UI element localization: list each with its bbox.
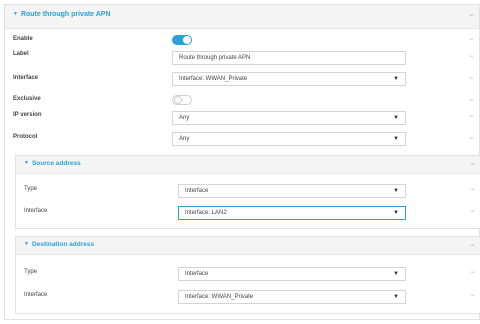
source-type-select[interactable]: Interface ▼ xyxy=(178,184,406,198)
protocol-select[interactable]: Any ▼ xyxy=(172,132,406,146)
triangle-down-icon: ▼ xyxy=(13,11,18,17)
source-address-panel: ▼ Source address ··· Type Interface ▼ ···… xyxy=(15,155,480,229)
destination-address-header[interactable]: ▼ Destination address ··· xyxy=(16,237,480,255)
source-interface-more-icon[interactable]: ··· xyxy=(470,208,475,215)
destination-interface-label: Interface xyxy=(24,292,48,298)
destination-type-select[interactable]: Interface ▼ xyxy=(178,267,406,281)
destination-address-title-text: Destination address xyxy=(31,241,95,248)
destination-interface-more-icon[interactable]: ··· xyxy=(470,292,475,299)
interface-select[interactable]: Interface: WWAN_Private ▼ xyxy=(172,72,406,86)
triangle-down-icon: ▼ xyxy=(24,160,29,166)
source-interface-select-value: Interface: LAN2 xyxy=(185,210,227,216)
chevron-down-icon: ▼ xyxy=(393,136,399,142)
enable-toggle[interactable] xyxy=(172,35,192,45)
source-interface-label: Interface xyxy=(24,208,48,214)
destination-type-label: Type xyxy=(24,269,38,275)
route-panel-title[interactable]: ▼ Route through private APN xyxy=(13,11,111,18)
destination-address-panel: ▼ Destination address ··· Type Interface … xyxy=(15,236,480,314)
source-type-more-icon[interactable]: ··· xyxy=(470,186,475,193)
destination-type-select-value: Interface xyxy=(185,271,209,277)
destination-interface-select-value: Interface: WWAN_Private xyxy=(185,294,254,300)
label-input[interactable]: Route through private APN xyxy=(172,51,406,65)
ip-version-select[interactable]: Any ▼ xyxy=(172,111,406,125)
chevron-down-icon: ▼ xyxy=(393,188,399,194)
exclusive-more-icon[interactable]: ··· xyxy=(469,97,474,104)
more-icon[interactable]: ··· xyxy=(469,12,474,19)
label-label: Label xyxy=(13,51,29,57)
interface-more-icon[interactable]: ··· xyxy=(469,75,474,82)
protocol-select-value: Any xyxy=(179,136,190,142)
route-panel: ▼ Route through private APN ··· Enable ··… xyxy=(4,4,480,320)
route-panel-header[interactable]: ▼ Route through private APN ··· xyxy=(5,5,479,29)
enable-label: Enable xyxy=(13,36,33,42)
toggle-knob xyxy=(183,36,191,44)
route-panel-title-text: Route through private APN xyxy=(20,11,111,18)
source-address-header[interactable]: ▼ Source address ··· xyxy=(16,156,480,174)
exclusive-toggle[interactable] xyxy=(172,95,192,105)
source-interface-select[interactable]: Interface: LAN2 ▼ xyxy=(178,206,406,220)
chevron-down-icon: ▼ xyxy=(393,210,399,216)
triangle-down-icon: ▼ xyxy=(24,241,29,247)
toggle-knob xyxy=(174,96,182,104)
chevron-down-icon: ▼ xyxy=(393,115,399,121)
source-address-title-text: Source address xyxy=(31,160,81,167)
destination-type-more-icon[interactable]: ··· xyxy=(470,269,475,276)
destination-more-icon[interactable]: ··· xyxy=(470,242,475,249)
source-type-select-value: Interface xyxy=(185,188,209,194)
ip-version-label: IP version xyxy=(13,112,42,118)
ip-version-more-icon[interactable]: ··· xyxy=(469,113,474,120)
enable-more-icon[interactable]: ··· xyxy=(469,36,474,43)
interface-label: Interface xyxy=(13,75,39,81)
chevron-down-icon: ▼ xyxy=(393,76,399,82)
source-address-title[interactable]: ▼ Source address xyxy=(24,160,81,167)
destination-address-title[interactable]: ▼ Destination address xyxy=(24,241,94,248)
protocol-label: Protocol xyxy=(13,134,38,140)
label-input-value: Route through private APN xyxy=(179,55,251,61)
label-more-icon[interactable]: ··· xyxy=(469,53,474,60)
chevron-down-icon: ▼ xyxy=(393,294,399,300)
source-type-label: Type xyxy=(24,186,38,192)
source-more-icon[interactable]: ··· xyxy=(470,161,475,168)
ip-version-select-value: Any xyxy=(179,115,190,121)
destination-interface-select[interactable]: Interface: WWAN_Private ▼ xyxy=(178,290,406,304)
protocol-more-icon[interactable]: ··· xyxy=(469,135,474,142)
chevron-down-icon: ▼ xyxy=(393,271,399,277)
interface-select-value: Interface: WWAN_Private xyxy=(179,76,248,82)
exclusive-label: Exclusive xyxy=(13,96,41,102)
